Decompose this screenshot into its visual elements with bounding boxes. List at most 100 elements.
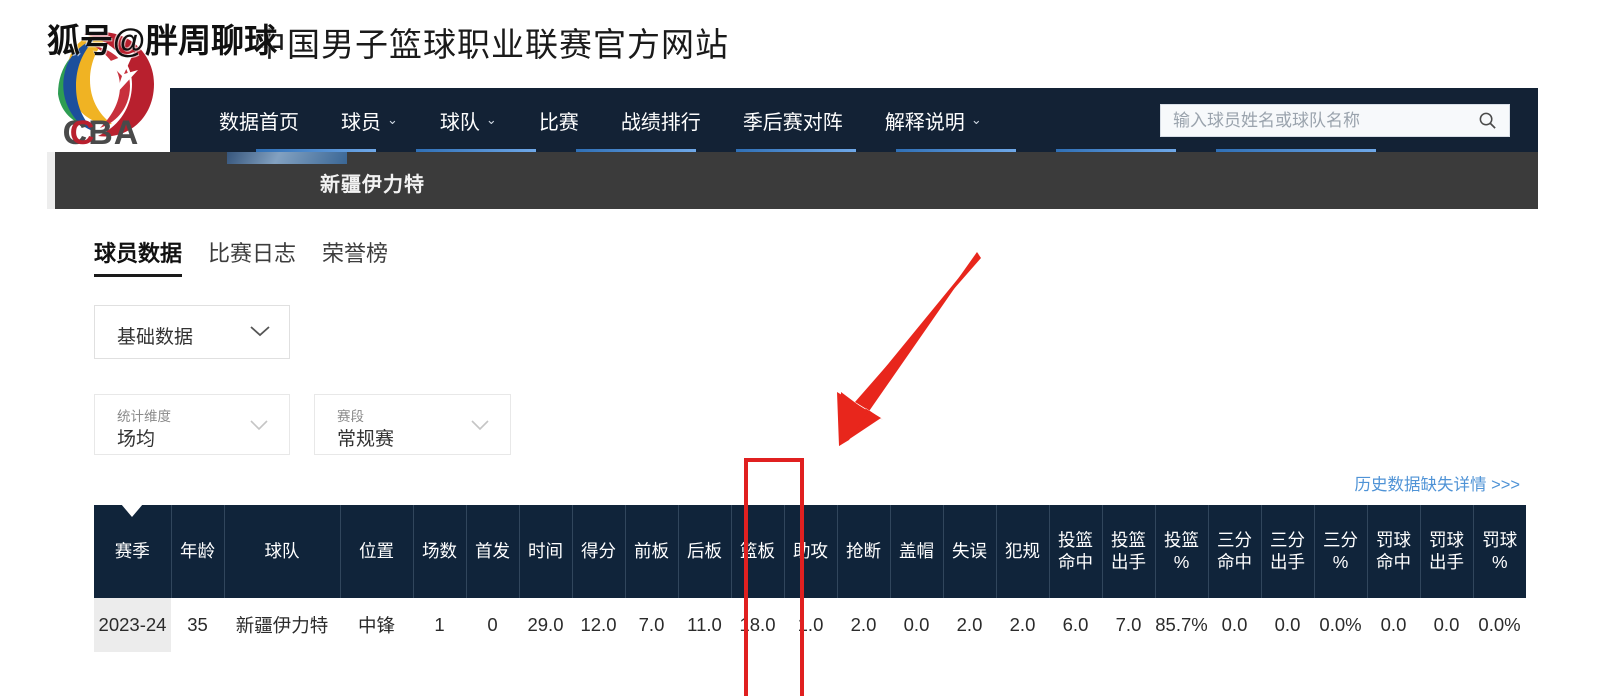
- col-header-line1: 后板: [687, 540, 722, 561]
- col-header-assists[interactable]: 助攻: [784, 505, 838, 598]
- watermark-text: 搜狐号@胖周聊球: [14, 22, 278, 59]
- nav-item-standings[interactable]: 战绩排行: [600, 88, 722, 152]
- col-header-line1: 投篮: [1164, 530, 1199, 551]
- table-row[interactable]: 2023-24 35 新疆伊力特 中锋 1 0 29.0 12.0 7.0 11…: [94, 598, 1526, 652]
- nav-label: 比赛: [538, 111, 579, 134]
- team-photo: [227, 152, 347, 164]
- tab-label: 比赛日志: [208, 241, 297, 266]
- tab-honors[interactable]: 荣誉榜: [322, 236, 388, 277]
- dimension-label: 统计维度: [117, 409, 171, 424]
- col-header-line1: 得分: [581, 540, 616, 561]
- tab-game-log[interactable]: 比赛日志: [208, 236, 296, 277]
- search-input[interactable]: [1173, 105, 1463, 136]
- col-header-line1: 盖帽: [899, 540, 934, 561]
- nav-item-teams[interactable]: 球队 ⌄: [419, 88, 518, 152]
- col-header-turnovers[interactable]: 失误: [943, 505, 997, 598]
- nav-item-players[interactable]: 球员 ⌄: [320, 88, 419, 152]
- col-header-line2: %: [1491, 551, 1508, 572]
- col-header-fg-attempts[interactable]: 投篮 出手: [1102, 505, 1156, 598]
- col-header-blocks[interactable]: 盖帽: [890, 505, 944, 598]
- col-header-line1: 三分: [1323, 530, 1358, 551]
- col-header-defensive-rebounds[interactable]: 后板: [678, 505, 732, 598]
- col-header-team[interactable]: 球队: [224, 505, 341, 598]
- col-header-line2: 出手: [1429, 551, 1464, 572]
- nav-item-games[interactable]: 比赛: [518, 88, 600, 152]
- col-header-three-made[interactable]: 三分 命中: [1208, 505, 1262, 598]
- cell-three-attempts: 0.0: [1261, 598, 1314, 652]
- col-header-fg-made[interactable]: 投篮 命中: [1049, 505, 1103, 598]
- col-header-line2: 命中: [1058, 551, 1093, 572]
- nav-label: 球队: [439, 111, 480, 134]
- col-header-ft-attempts[interactable]: 罚球 出手: [1420, 505, 1474, 598]
- col-header-offensive-rebounds[interactable]: 前板: [625, 505, 679, 598]
- col-header-fg-percent[interactable]: 投篮 %: [1155, 505, 1209, 598]
- col-header-line2: 出手: [1270, 551, 1305, 572]
- cell-assists: 1.0: [784, 598, 837, 652]
- col-header-line1: 首发: [475, 540, 510, 561]
- page-root: 中国男子篮球职业联赛官方网站 CBA C 搜狐号@胖周聊球 数据首页 球员 ⌄ …: [0, 0, 1601, 696]
- team-name: 新疆伊力特: [320, 174, 425, 196]
- col-header-age[interactable]: 年龄: [171, 505, 225, 598]
- chevron-down-icon: ⌄: [485, 112, 497, 127]
- col-header-starts[interactable]: 首发: [466, 505, 520, 598]
- col-header-line1: 罚球: [1429, 530, 1464, 551]
- left-gutter: [0, 0, 47, 696]
- col-header-line1: 罚球: [1482, 530, 1518, 551]
- col-header-ft-made[interactable]: 罚球 命中: [1367, 505, 1421, 598]
- nav-item-glossary[interactable]: 解释说明 ⌄: [864, 88, 1003, 152]
- search-box[interactable]: [1160, 104, 1510, 137]
- cell-fg-attempts: 7.0: [1102, 598, 1155, 652]
- tab-label: 球员数据: [94, 241, 183, 266]
- cell-season: 2023-24: [94, 598, 171, 652]
- col-header-three-percent[interactable]: 三分 %: [1314, 505, 1368, 598]
- col-header-rebounds[interactable]: 篮板: [731, 505, 785, 598]
- cell-three-made: 0.0: [1208, 598, 1261, 652]
- band-edge: [47, 152, 55, 209]
- cell-points: 12.0: [572, 598, 625, 652]
- nav-item-playoffs[interactable]: 季后赛对阵: [722, 88, 864, 152]
- tab-label: 荣誉榜: [322, 241, 389, 266]
- cell-games: 1: [413, 598, 466, 652]
- chevron-down-icon: [470, 419, 490, 431]
- cell-defensive-rebounds: 11.0: [678, 598, 731, 652]
- nav-label: 数据首页: [219, 111, 299, 134]
- cell-age: 35: [171, 598, 224, 652]
- col-header-minutes[interactable]: 时间: [519, 505, 573, 598]
- cell-fg-percent: 85.7%: [1155, 598, 1208, 652]
- search-icon[interactable]: [1478, 111, 1497, 130]
- history-missing-data-link[interactable]: 历史数据缺失详情 >>>: [1355, 471, 1521, 495]
- content-tabs: 球员数据 比赛日志 荣誉榜: [94, 236, 388, 277]
- col-header-line1: 抢断: [846, 540, 881, 561]
- data-type-select[interactable]: 基础数据: [94, 305, 290, 359]
- stage-select[interactable]: 赛段 常规赛: [314, 394, 511, 455]
- col-header-line2: 出手: [1111, 551, 1146, 572]
- col-header-line2: 命中: [1376, 551, 1411, 572]
- col-header-steals[interactable]: 抢断: [837, 505, 891, 598]
- cell-fg-made: 6.0: [1049, 598, 1102, 652]
- col-header-line1: 犯规: [1005, 540, 1040, 561]
- col-header-fouls[interactable]: 犯规: [996, 505, 1050, 598]
- dimension-select[interactable]: 统计维度 场均: [94, 394, 290, 455]
- col-header-line1: 前板: [634, 540, 669, 561]
- right-gutter: [1538, 0, 1601, 696]
- dimension-value: 场均: [117, 429, 156, 450]
- col-header-ft-percent[interactable]: 罚球 %: [1473, 505, 1526, 598]
- col-header-line1: 助攻: [793, 540, 828, 561]
- col-header-points[interactable]: 得分: [572, 505, 626, 598]
- main-navbar: 数据首页 球员 ⌄ 球队 ⌄ 比赛 战绩排行 季后赛对阵 解释说明 ⌄: [170, 88, 1538, 152]
- nav-underline-decoration: [170, 149, 1538, 152]
- col-header-games[interactable]: 场数: [413, 505, 467, 598]
- col-header-season[interactable]: 赛季: [94, 504, 172, 598]
- content-area: 球员数据 比赛日志 荣誉榜 基础数据 统计维度 场均 赛段 常规赛 历史数据缺失…: [47, 209, 1538, 696]
- stage-label: 赛段: [337, 409, 364, 424]
- col-header-position[interactable]: 位置: [340, 505, 414, 598]
- tab-player-stats[interactable]: 球员数据: [94, 236, 183, 277]
- nav-item-data-home[interactable]: 数据首页: [198, 88, 320, 152]
- col-header-line1: 赛季: [114, 540, 150, 561]
- player-stats-table-wrap: 赛季 年龄 球队 位置 场数 首发 时间 得分 前板 后板 篮板 助攻 抢断 盖…: [94, 504, 1526, 652]
- col-header-three-attempts[interactable]: 三分 出手: [1261, 505, 1315, 598]
- sort-desc-arrow-icon[interactable]: [121, 504, 144, 517]
- cell-three-percent: 0.0%: [1314, 598, 1367, 652]
- cell-offensive-rebounds: 7.0: [625, 598, 678, 652]
- col-header-line1: 球队: [264, 540, 300, 561]
